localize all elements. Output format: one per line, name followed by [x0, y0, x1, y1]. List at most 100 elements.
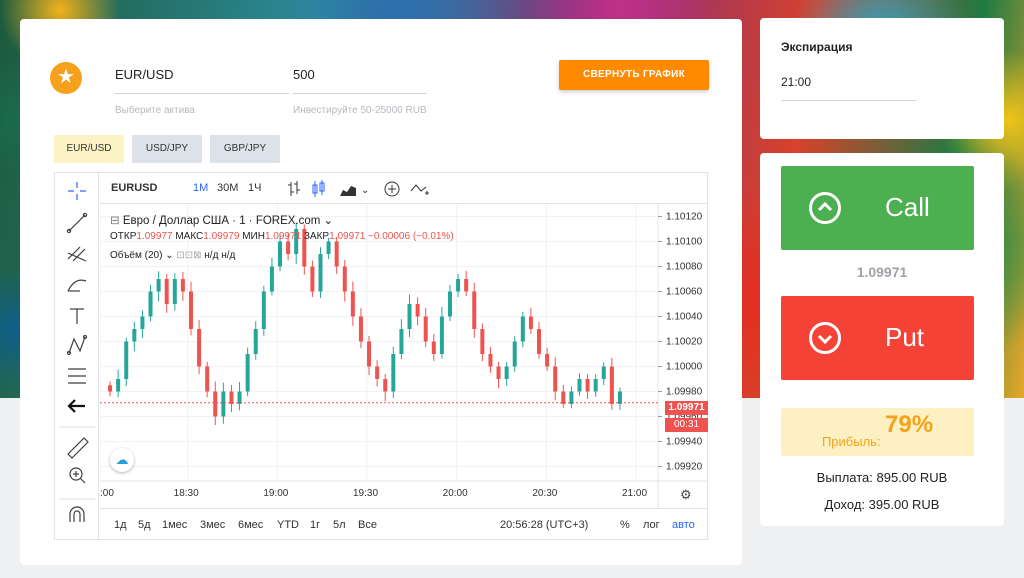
log-toggle[interactable]: лог [643, 519, 660, 531]
candle-body [342, 266, 347, 292]
interval-30m[interactable]: 30M [217, 182, 238, 194]
candle-body [553, 366, 558, 392]
call-button[interactable]: Call [781, 166, 974, 250]
candle-body [617, 391, 622, 404]
expiration-panel: Экспирация 21:00 [760, 18, 1004, 139]
range-6m[interactable]: 6мес [238, 519, 263, 531]
chevron-down-icon[interactable]: ⌄ [320, 215, 334, 227]
legend-icons[interactable]: ⊡⊡⊠ [176, 250, 201, 261]
chart-clock[interactable]: 20:56:28 (UTC+3) [500, 519, 588, 531]
candle-body [609, 366, 614, 404]
candle-body [318, 254, 323, 292]
range-ytd[interactable]: YTD [277, 519, 299, 531]
back-arrow-icon[interactable] [67, 399, 85, 413]
candle-body [545, 354, 550, 367]
candle-body [480, 329, 485, 354]
range-5y[interactable]: 5л [333, 519, 346, 531]
candle-body [367, 341, 372, 367]
y-tick-label: 1.09920 [666, 462, 703, 473]
income-text: Доход: 395.00 RUB [824, 497, 940, 512]
candle-body [116, 379, 121, 392]
candle-body [496, 366, 501, 379]
candle-body [205, 366, 210, 392]
x-tick-label: 20:30 [532, 488, 557, 499]
candle-body [561, 391, 566, 404]
trendline-icon[interactable] [66, 212, 88, 234]
range-1d[interactable]: 1д [114, 519, 127, 531]
x-tick-label: 20:00 [443, 488, 468, 499]
favorite-star-icon[interactable]: ★ [50, 62, 82, 94]
candle-body [375, 366, 380, 379]
candle-body [229, 391, 234, 404]
range-5d[interactable]: 5д [138, 519, 151, 531]
candle-body [488, 354, 493, 367]
candle-body [504, 366, 509, 379]
candles-style-icon[interactable] [312, 180, 325, 197]
amount-input[interactable]: 500 [293, 67, 427, 94]
measure-levels-icon[interactable] [68, 368, 86, 384]
candle-body [172, 279, 177, 304]
y-tick-label: 1.10020 [666, 337, 703, 348]
expiration-time-input[interactable]: 21:00 [781, 75, 916, 101]
fib-icon[interactable] [67, 246, 87, 262]
current-price: 1.09971 [856, 264, 908, 280]
area-style-icon[interactable] [340, 186, 356, 196]
pair-tab-gbpjpy[interactable]: GBP/JPY [210, 135, 280, 163]
crosshair-icon[interactable] [68, 182, 86, 200]
candle-body [577, 379, 582, 392]
y-tick-label: 1.10040 [666, 312, 703, 323]
candle-body [520, 316, 525, 342]
range-1y[interactable]: 1г [310, 519, 320, 531]
chart-settings-gear-icon[interactable]: ⚙ [680, 487, 692, 503]
range-bar: 1д 5д 1мес 3мес 6мес YTD 1г 5л Все 20:56… [100, 508, 708, 539]
interval-1m[interactable]: 1M [193, 182, 208, 194]
magnet-icon[interactable] [69, 506, 85, 522]
profit-label: Прибыль: [821, 434, 881, 449]
chevron-down-icon[interactable]: ⌄ [361, 185, 369, 196]
candle-body [286, 241, 291, 254]
add-indicator-icon[interactable] [384, 181, 400, 197]
candle-body [399, 329, 404, 354]
compare-icon[interactable] [410, 184, 429, 195]
ohlc-legend: ОТКР1.09977 МАКС1.09979 МИН1.09971 ЗАКР1… [110, 231, 454, 242]
asset-input[interactable]: EUR/USD [115, 67, 289, 94]
y-tick-label: 1.10080 [666, 262, 703, 273]
chart-topbar: EURUSD 1M 30M 1Ч ⌄ [100, 173, 708, 204]
pair-tab-eurusd[interactable]: EUR/USD [54, 135, 124, 163]
candle-body [278, 241, 283, 267]
range-all[interactable]: Все [358, 519, 377, 531]
candle-body [188, 291, 193, 329]
candle-body [383, 379, 388, 392]
candle-body [407, 304, 412, 329]
put-button[interactable]: Put [781, 296, 974, 380]
tradingview-logo-icon[interactable]: ☁ [110, 448, 134, 472]
candle-body [213, 391, 218, 417]
percent-toggle[interactable]: % [620, 519, 630, 531]
candle-body [108, 385, 113, 392]
candle-body [472, 291, 477, 329]
ruler-icon[interactable] [67, 437, 89, 459]
text-tool-icon[interactable] [70, 308, 84, 324]
trade-panel: Call 1.09971 Put Прибыль: 79% Выплата: 8… [760, 153, 1004, 526]
brush-icon[interactable] [67, 279, 87, 292]
pattern-icon[interactable] [66, 334, 88, 356]
candle-body [197, 329, 202, 367]
collapse-legend-icon[interactable]: ⊟ [110, 215, 123, 227]
price-chart[interactable]: 1.10120 1.10100 1.10080 1.10060 1.10040 1.100… [100, 204, 708, 508]
y-tick-label: 1.09980 [666, 387, 703, 398]
candle-body [310, 266, 315, 292]
bars-style-icon[interactable] [288, 181, 300, 196]
range-3m[interactable]: 3мес [200, 519, 225, 531]
collapse-chart-button[interactable]: СВЕРНУТЬ ГРАФИК [559, 60, 709, 90]
auto-toggle[interactable]: авто [672, 519, 695, 531]
candle-body [148, 291, 153, 317]
range-1m[interactable]: 1мес [162, 519, 187, 531]
candle-body [439, 316, 444, 354]
asset-hint: Выберите актива [115, 105, 195, 116]
candle-body [569, 391, 574, 404]
interval-1h[interactable]: 1Ч [248, 182, 261, 194]
symbol-label[interactable]: EURUSD [111, 182, 157, 194]
candle-body [221, 391, 226, 417]
pair-tab-usdjpy[interactable]: USD/JPY [132, 135, 202, 163]
zoom-icon[interactable] [69, 467, 86, 484]
